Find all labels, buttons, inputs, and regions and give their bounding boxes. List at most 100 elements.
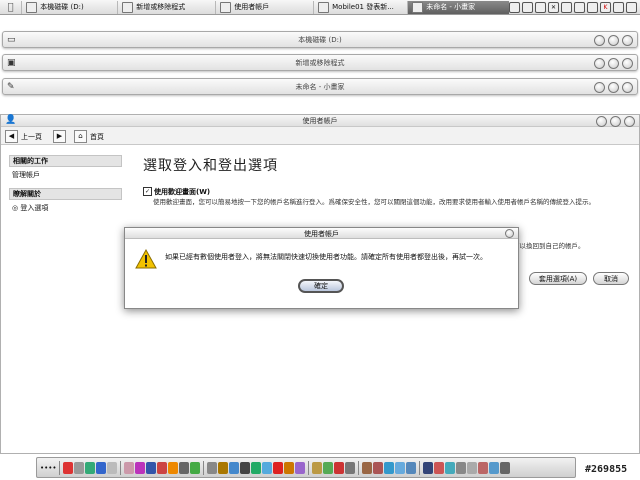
dock-app-icon[interactable] xyxy=(273,461,283,474)
tray-settings-icon[interactable] xyxy=(561,1,572,13)
collapsed-window-add-remove[interactable]: ▣ 新增或移除程式 xyxy=(2,54,638,71)
dock-app-icon[interactable] xyxy=(334,461,344,474)
dock-app-icon[interactable] xyxy=(124,461,134,474)
dock-app-icon[interactable] xyxy=(146,461,156,474)
maximize-button[interactable] xyxy=(610,116,621,127)
dock-app-icon[interactable] xyxy=(445,461,455,474)
system-tray: ✕ K xyxy=(509,1,640,13)
add-remove-icon xyxy=(122,1,134,13)
dock-app-icon[interactable] xyxy=(85,461,95,474)
dock-app-icon[interactable] xyxy=(107,461,117,474)
dock-separator xyxy=(120,460,121,475)
welcome-screen-checkbox[interactable]: ✓ xyxy=(143,187,152,196)
dock-app-icon[interactable] xyxy=(456,461,466,474)
dock-app-icon[interactable] xyxy=(373,461,383,474)
dock-app-icon[interactable] xyxy=(240,461,250,474)
dock-menu-icon[interactable]: •••• xyxy=(40,464,57,472)
cancel-button[interactable]: 取消 xyxy=(593,272,629,285)
warning-icon xyxy=(135,249,157,269)
tray-display-icon[interactable] xyxy=(509,1,520,13)
maximize-button[interactable] xyxy=(608,58,619,69)
minimize-button[interactable] xyxy=(594,35,605,46)
taskbar-tab-user-accounts[interactable]: 使用者帳戶 xyxy=(215,0,313,14)
dock-separator xyxy=(358,460,359,475)
tray-volume-icon[interactable] xyxy=(587,1,598,13)
dock-separator xyxy=(419,460,420,475)
browser-icon xyxy=(318,1,330,13)
sidebar-item-logon-options[interactable]: ◎ 登入選項 xyxy=(9,200,122,216)
tray-k-icon[interactable]: K xyxy=(600,1,611,13)
dock-app-icon[interactable] xyxy=(218,461,228,474)
maximize-button[interactable] xyxy=(608,35,619,46)
dock-app-icon[interactable] xyxy=(135,461,145,474)
taskbar-tab-add-remove[interactable]: 新增或移除程式 xyxy=(117,0,215,14)
apple-menu-icon[interactable]:  xyxy=(0,2,21,13)
dock-app-icon[interactable] xyxy=(295,461,305,474)
collapsed-window-paint[interactable]: ✎ 未命名 - 小畫家 xyxy=(2,78,638,95)
dock-app-icon[interactable] xyxy=(312,461,322,474)
tray-app-icon[interactable] xyxy=(626,1,637,13)
tray-keyboard-icon[interactable] xyxy=(535,1,546,13)
home-icon[interactable]: ⌂ xyxy=(74,130,87,143)
close-button[interactable] xyxy=(622,35,633,46)
tray-close-icon[interactable]: ✕ xyxy=(548,1,559,13)
dock-app-icon[interactable] xyxy=(467,461,477,474)
dock-app-icon[interactable] xyxy=(229,461,239,474)
close-button[interactable] xyxy=(622,82,633,93)
dock-app-icon[interactable] xyxy=(168,461,178,474)
navigation-bar: ◀ 上一頁 ▶ ⌂ 首頁 xyxy=(1,127,639,145)
dock-app-icon[interactable] xyxy=(478,461,488,474)
welcome-screen-option[interactable]: ✓ 使用歡迎畫面(W) xyxy=(143,187,638,197)
collapsed-window-drive[interactable]: ▭ 本機磁碟 (D:) xyxy=(2,31,638,48)
tray-phone-icon[interactable] xyxy=(574,1,585,13)
dock-app-icon[interactable] xyxy=(190,461,200,474)
tray-clock-icon[interactable] xyxy=(613,1,624,13)
dialog-titlebar[interactable]: 使用者帳戶 xyxy=(125,228,518,239)
taskbar-tab-drive[interactable]: 本機磁碟 (D:) xyxy=(21,0,117,14)
dock-separator xyxy=(203,460,204,475)
dialog-close-button[interactable] xyxy=(505,229,514,238)
back-button[interactable]: 上一頁 xyxy=(21,132,42,142)
partial-description: 可以換回到自己的帳戶。 xyxy=(513,242,585,250)
dock-app-icon[interactable] xyxy=(406,461,416,474)
dock-app-icon[interactable] xyxy=(207,461,217,474)
dock-app-icon[interactable] xyxy=(323,461,333,474)
window-titlebar[interactable]: 👤 使用者帳戶 xyxy=(1,115,639,127)
home-button[interactable]: 首頁 xyxy=(90,132,104,142)
dock-app-icon[interactable] xyxy=(179,461,189,474)
ok-button[interactable]: 確定 xyxy=(298,279,344,293)
dock-app-icon[interactable] xyxy=(362,461,372,474)
close-button[interactable] xyxy=(624,116,635,127)
minimize-button[interactable] xyxy=(594,58,605,69)
dock-app-icon[interactable] xyxy=(284,461,294,474)
dock-app-icon[interactable] xyxy=(157,461,167,474)
drive-icon xyxy=(26,1,38,13)
minimize-button[interactable] xyxy=(596,116,607,127)
forward-arrow-icon[interactable]: ▶ xyxy=(53,130,66,143)
dock-app-icon[interactable] xyxy=(395,461,405,474)
sidebar-item-manage-accounts[interactable]: 管理帳戶 xyxy=(9,167,122,183)
tray-network-icon[interactable] xyxy=(522,1,533,13)
close-button[interactable] xyxy=(622,58,633,69)
maximize-button[interactable] xyxy=(608,82,619,93)
dock-app-icon[interactable] xyxy=(74,461,84,474)
dock-app-icon[interactable] xyxy=(345,461,355,474)
dock-app-icon[interactable] xyxy=(489,461,499,474)
apply-options-button[interactable]: 套用選項(A) xyxy=(529,272,587,285)
dock-app-icon[interactable] xyxy=(423,461,433,474)
dock-app-icon[interactable] xyxy=(434,461,444,474)
dock: •••• xyxy=(36,457,576,478)
dock-app-icon[interactable] xyxy=(251,461,261,474)
dock-app-icon[interactable] xyxy=(262,461,272,474)
minimize-button[interactable] xyxy=(594,82,605,93)
learn-about-header: 瞭解關於 xyxy=(9,188,122,200)
taskbar-tab-paint[interactable]: 未命名 - 小畫家 xyxy=(407,0,509,14)
dock-app-icon[interactable] xyxy=(500,461,510,474)
dock-app-icon[interactable] xyxy=(384,461,394,474)
back-arrow-icon[interactable]: ◀ xyxy=(5,130,18,143)
option-description: 使用歡迎畫面，您可以簡易地按一下您的帳戶名稱進行登入。爲確保安全性，您可以關閉這… xyxy=(153,198,595,206)
taskbar-tab-mobile01[interactable]: Mobile01 發表新... xyxy=(313,0,407,14)
dock-app-icon[interactable] xyxy=(96,461,106,474)
dock-app-icon[interactable] xyxy=(63,461,73,474)
sidebar: 相關的工作 管理帳戶 瞭解關於 ◎ 登入選項 xyxy=(9,155,122,235)
